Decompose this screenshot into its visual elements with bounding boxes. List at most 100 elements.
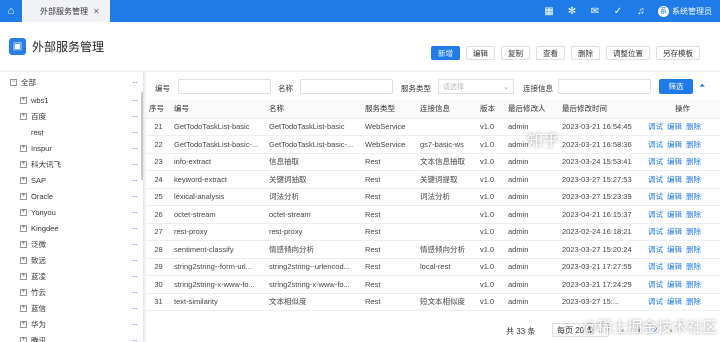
delete-link[interactable]: 删除 [686,262,701,271]
plugin-icon[interactable]: ✻ [566,6,578,17]
edit-link[interactable]: 编辑 [667,297,682,306]
more-icon[interactable]: ··· [132,160,138,169]
view-button[interactable]: 查看 [536,46,565,60]
expand-icon[interactable]: + [20,288,27,296]
grid-icon[interactable]: ▦ [543,6,555,17]
debug-link[interactable]: 调试 [648,157,663,166]
check-circle-icon[interactable]: ✓ [612,6,624,17]
tree-node-item[interactable]: + Yonyou ··· [0,204,143,220]
more-icon[interactable]: ··· [132,78,138,87]
collapse-icon[interactable]: − [10,78,17,86]
expand-icon[interactable]: + [20,112,27,120]
delete-link[interactable]: 删除 [686,210,701,219]
debug-link[interactable]: 调试 [648,280,663,289]
more-icon[interactable]: ··· [132,336,138,342]
more-icon[interactable]: ··· [132,192,138,201]
tree-node-item[interactable]: + 致远 ··· [0,252,143,268]
expand-icon[interactable]: + [20,256,27,264]
mail-icon[interactable]: ✉ [589,6,601,17]
table-row[interactable]: 22 GetTodoTaskList-basic-... GetTodoTaskLi… [146,135,720,154]
tree-node-item[interactable]: + Kingdee ··· [0,220,143,236]
save-template-button[interactable]: 另存模板 [656,46,700,60]
edit-link[interactable]: 编辑 [667,245,682,254]
tab-close-icon[interactable]: ✕ [93,7,100,16]
delete-link[interactable]: 删除 [686,157,701,166]
table-row[interactable]: 21 GetTodoTaskList-basic GetTodoTaskList-b… [146,118,720,136]
more-icon[interactable]: ··· [132,240,138,249]
bell-icon[interactable]: ♫ [635,6,647,17]
tree-node-item[interactable]: + 泛微 ··· [0,236,143,252]
more-icon[interactable]: ··· [132,320,138,329]
expand-icon[interactable]: + [20,208,27,216]
expand-icon[interactable]: + [20,176,27,184]
delete-link[interactable]: 删除 [686,122,701,131]
collapse-filter-icon[interactable]: ⏶ [699,81,705,91]
tree-node-item[interactable]: + 百度 ··· [0,108,143,124]
debug-link[interactable]: 调试 [648,210,663,219]
delete-link[interactable]: 删除 [686,192,701,201]
table-row[interactable]: 23 info-extract 信息抽取 Rest 文本信息抽取 v1.0 admin 202… [146,153,720,171]
table-row[interactable]: 28 sentiment-classify 情感倾向分析 Rest 情感倾向分析 v1.0… [146,240,720,259]
tree-node-item[interactable]: + 竹云 ··· [0,284,143,300]
tree-node-item[interactable]: + 蓝凌 ··· [0,268,143,284]
debug-link[interactable]: 调试 [648,192,663,201]
tree-node-item[interactable]: + 腾讯 ··· [0,332,143,342]
name-filter-input[interactable] [300,79,393,94]
debug-link[interactable]: 调试 [648,262,663,271]
expand-icon[interactable]: + [20,160,27,168]
more-icon[interactable]: ··· [132,112,138,121]
expand-icon[interactable]: + [20,336,27,342]
expand-icon[interactable]: + [20,320,27,328]
conn-filter-input[interactable] [558,79,651,94]
edit-link[interactable]: 编辑 [667,227,682,236]
copy-button[interactable]: 复制 [501,46,530,60]
edit-link[interactable]: 编辑 [667,140,682,149]
tree-node-root[interactable]: − 全部 ··· [0,74,143,90]
user-menu[interactable]: 系 系统管理员 [658,5,712,17]
expand-icon[interactable]: + [20,224,27,232]
delete-button[interactable]: 删除 [571,46,600,60]
delete-link[interactable]: 删除 [686,140,701,149]
edit-link[interactable]: 编辑 [667,280,682,289]
expand-icon[interactable]: + [20,272,27,280]
code-filter-input[interactable] [178,79,271,94]
more-icon[interactable]: ··· [132,144,138,153]
debug-link[interactable]: 调试 [648,175,663,184]
delete-link[interactable]: 删除 [686,280,701,289]
edit-button[interactable]: 编辑 [466,46,495,60]
debug-link[interactable]: 调试 [648,122,663,131]
debug-link[interactable]: 调试 [648,140,663,149]
expand-icon[interactable]: + [20,96,27,104]
table-row[interactable]: 29 string2string--form-url... string2strin… [146,258,720,276]
home-icon[interactable]: ⌂ [0,0,22,22]
reorder-button[interactable]: 调整位置 [606,46,650,60]
edit-link[interactable]: 编辑 [667,157,682,166]
table-row[interactable]: 25 lexical-analysis 词法分析 Rest 词法分析 v1.0 admin 2… [146,188,720,206]
more-icon[interactable]: ··· [132,224,138,233]
delete-link[interactable]: 删除 [686,297,701,306]
delete-link[interactable]: 删除 [686,227,701,236]
add-button[interactable]: 新增 [431,46,460,60]
delete-link[interactable]: 删除 [686,175,701,184]
more-icon[interactable]: ··· [132,176,138,185]
table-row[interactable]: 30 string2string-x-www-fo... string2string… [146,275,720,294]
debug-link[interactable]: 调试 [648,297,663,306]
tab-external-service[interactable]: 外部服务管理 ✕ [22,0,110,22]
edit-link[interactable]: 编辑 [667,210,682,219]
edit-link[interactable]: 编辑 [667,192,682,201]
debug-link[interactable]: 调试 [648,245,663,254]
edit-link[interactable]: 编辑 [667,122,682,131]
edit-link[interactable]: 编辑 [667,262,682,271]
sidebar-scrollbar[interactable] [141,92,143,180]
delete-link[interactable]: 删除 [686,245,701,254]
tree-node-item[interactable]: + 华为 ··· [0,316,143,332]
debug-link[interactable]: 调试 [648,227,663,236]
more-icon[interactable]: ··· [132,96,138,105]
type-filter-select[interactable]: 请选择 ⌄ [438,79,514,94]
expand-icon[interactable]: + [20,240,27,248]
tree-node-item[interactable]: + Oracle ··· [0,188,143,204]
tree-node-item[interactable]: rest ··· [0,124,143,140]
table-row[interactable]: 31 text-similarity 文本相似度 Rest 短文本相似度 v1.0 admi… [146,293,720,311]
table-row[interactable]: 26 octet-stream octet-stream Rest v1.0 admin 2… [146,205,720,224]
more-icon[interactable]: ··· [132,272,138,281]
